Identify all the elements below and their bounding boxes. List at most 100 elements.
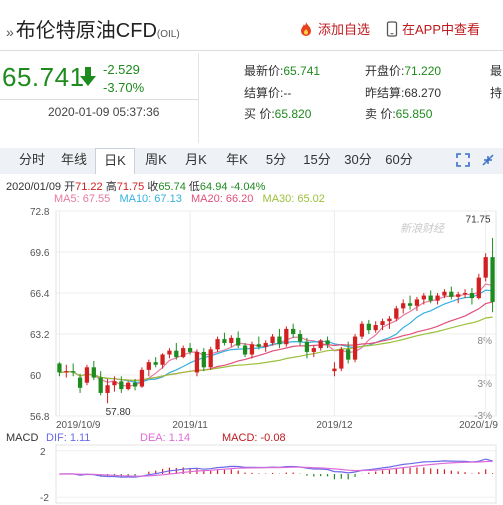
latest-price-label: 最新价: bbox=[244, 64, 284, 78]
macd-value-label: MACD: -0.08 bbox=[222, 432, 286, 444]
candle-body bbox=[139, 369, 145, 387]
candle-body bbox=[352, 336, 358, 360]
open-label: 开 bbox=[64, 181, 76, 193]
candle-body bbox=[167, 350, 172, 355]
candle-body bbox=[57, 363, 62, 373]
add-favorite-button[interactable]: 添加自选 bbox=[298, 19, 370, 38]
candle-body bbox=[318, 340, 323, 349]
instrument-code: (OIL) bbox=[156, 29, 180, 40]
latest-price-value: 65.741 bbox=[283, 64, 321, 78]
high-price-label: 71.75 bbox=[466, 214, 491, 225]
candle-body bbox=[277, 336, 282, 345]
candle-body bbox=[77, 377, 83, 388]
candle-body bbox=[304, 341, 310, 352]
ma20-label: MA20: 66.20 bbox=[190, 193, 254, 205]
prev-settle-value: 68.270 bbox=[404, 86, 442, 100]
x-tick-label: 2019/12 bbox=[316, 420, 353, 431]
candle-body bbox=[407, 303, 413, 306]
tab-15min[interactable]: 15分 bbox=[300, 148, 334, 172]
tab-intraday[interactable]: 分时 bbox=[14, 148, 50, 172]
candle-body bbox=[428, 295, 433, 301]
period-tabs: 分时 年线 日K 周K 月K 年K 5分 15分 30分 60分 bbox=[0, 148, 503, 174]
candle-body bbox=[208, 349, 213, 368]
candle-body bbox=[132, 382, 138, 387]
latest-price-row: 最新价:65.741 bbox=[244, 62, 320, 79]
tab-60min[interactable]: 60分 bbox=[382, 148, 416, 172]
y-tick-label: 72.8 bbox=[30, 207, 50, 218]
candle-body bbox=[215, 339, 220, 350]
candle-body bbox=[359, 323, 365, 337]
close-label: 收 bbox=[147, 181, 159, 193]
ohlc-pct: -4.04% bbox=[230, 181, 266, 193]
candle-body bbox=[105, 385, 110, 393]
low-price-label: 57.80 bbox=[106, 407, 131, 418]
candle-body bbox=[270, 336, 275, 343]
pct-tick-label: 3% bbox=[478, 379, 493, 390]
candle-body bbox=[229, 337, 234, 343]
ohlc-date: 2020/01/09 bbox=[6, 181, 62, 193]
macd-dif-label: DIF: 1.11 bbox=[46, 432, 90, 444]
instrument-name: 布伦特原油CFD bbox=[15, 20, 157, 42]
candle-body bbox=[462, 293, 468, 295]
low-label: 低 bbox=[188, 181, 200, 193]
tab-weekly-k[interactable]: 周K bbox=[140, 148, 172, 172]
candle-body bbox=[187, 348, 193, 352]
kline-chart[interactable]: 72.869.666.463.26056.88%3%-3%2019/10/9 20… bbox=[0, 205, 503, 505]
tab-year-line[interactable]: 年线 bbox=[56, 148, 92, 172]
view-in-app-button[interactable]: 在APP中查看 bbox=[386, 19, 480, 38]
open-price-label: 开盘价: bbox=[365, 64, 405, 78]
header-divider bbox=[0, 50, 503, 51]
ma20-line bbox=[59, 301, 493, 382]
tab-daily-k[interactable]: 日K bbox=[95, 148, 135, 174]
candle-body bbox=[98, 377, 103, 393]
ohlc-high: 71.75 bbox=[116, 181, 145, 193]
ohlc-low: 64.94 bbox=[199, 181, 228, 193]
candle-body bbox=[146, 362, 151, 370]
settle-price-value: -- bbox=[283, 86, 292, 100]
candle-body bbox=[311, 348, 316, 352]
candle-body bbox=[442, 291, 447, 296]
candle-body bbox=[112, 381, 117, 386]
expand-icon[interactable] bbox=[480, 152, 496, 168]
candle-body bbox=[249, 344, 255, 355]
ma5-label: MA5: 67.55 bbox=[54, 193, 111, 205]
tab-5min[interactable]: 5分 bbox=[262, 148, 290, 172]
y-tick-label: 60 bbox=[30, 371, 42, 382]
ohlc-open: 71.22 bbox=[75, 181, 103, 193]
macd-dea-label: DEA: 1.14 bbox=[140, 432, 190, 444]
col3-row1-label: 最 bbox=[490, 64, 503, 78]
fullscreen-icon[interactable] bbox=[455, 152, 471, 168]
ma30-line bbox=[59, 316, 493, 382]
candle-body bbox=[284, 328, 289, 345]
candle-body bbox=[469, 293, 475, 299]
candle-body bbox=[119, 381, 124, 390]
candle-body bbox=[373, 325, 378, 331]
x-tick-label: 2020/1/9 bbox=[459, 420, 498, 431]
candle-body bbox=[346, 349, 351, 360]
tab-monthly-k[interactable]: 月K bbox=[180, 148, 212, 172]
ask-price-label: 卖 价: bbox=[365, 107, 396, 121]
candle-body bbox=[456, 294, 461, 297]
fire-icon bbox=[301, 21, 311, 36]
candle-body bbox=[64, 371, 69, 373]
ask-price-row: 卖 价:65.850 bbox=[365, 105, 432, 122]
prev-settle-label: 昨结算: bbox=[365, 86, 405, 100]
candle-body bbox=[366, 323, 371, 331]
quote-divider bbox=[0, 99, 198, 100]
down-arrow-icon bbox=[80, 67, 96, 86]
candle-body bbox=[421, 295, 426, 300]
settle-price-label: 结算价: bbox=[244, 86, 284, 100]
candle-body bbox=[401, 303, 406, 309]
price-change-pct: -3.70% bbox=[103, 80, 145, 95]
tab-30min[interactable]: 30分 bbox=[341, 148, 375, 172]
tab-yearly-k[interactable]: 年K bbox=[221, 148, 253, 172]
candle-body bbox=[256, 344, 261, 347]
candle-body bbox=[263, 342, 268, 347]
candle-body bbox=[414, 299, 420, 306]
double-chevron-icon: » bbox=[6, 24, 14, 40]
macd-title: MACD bbox=[6, 432, 38, 444]
quote-separator bbox=[198, 53, 199, 143]
candle-body bbox=[291, 328, 296, 334]
x-tick-label: 2019/11 bbox=[172, 420, 208, 431]
macd-y-tick-label: -2 bbox=[40, 493, 49, 504]
